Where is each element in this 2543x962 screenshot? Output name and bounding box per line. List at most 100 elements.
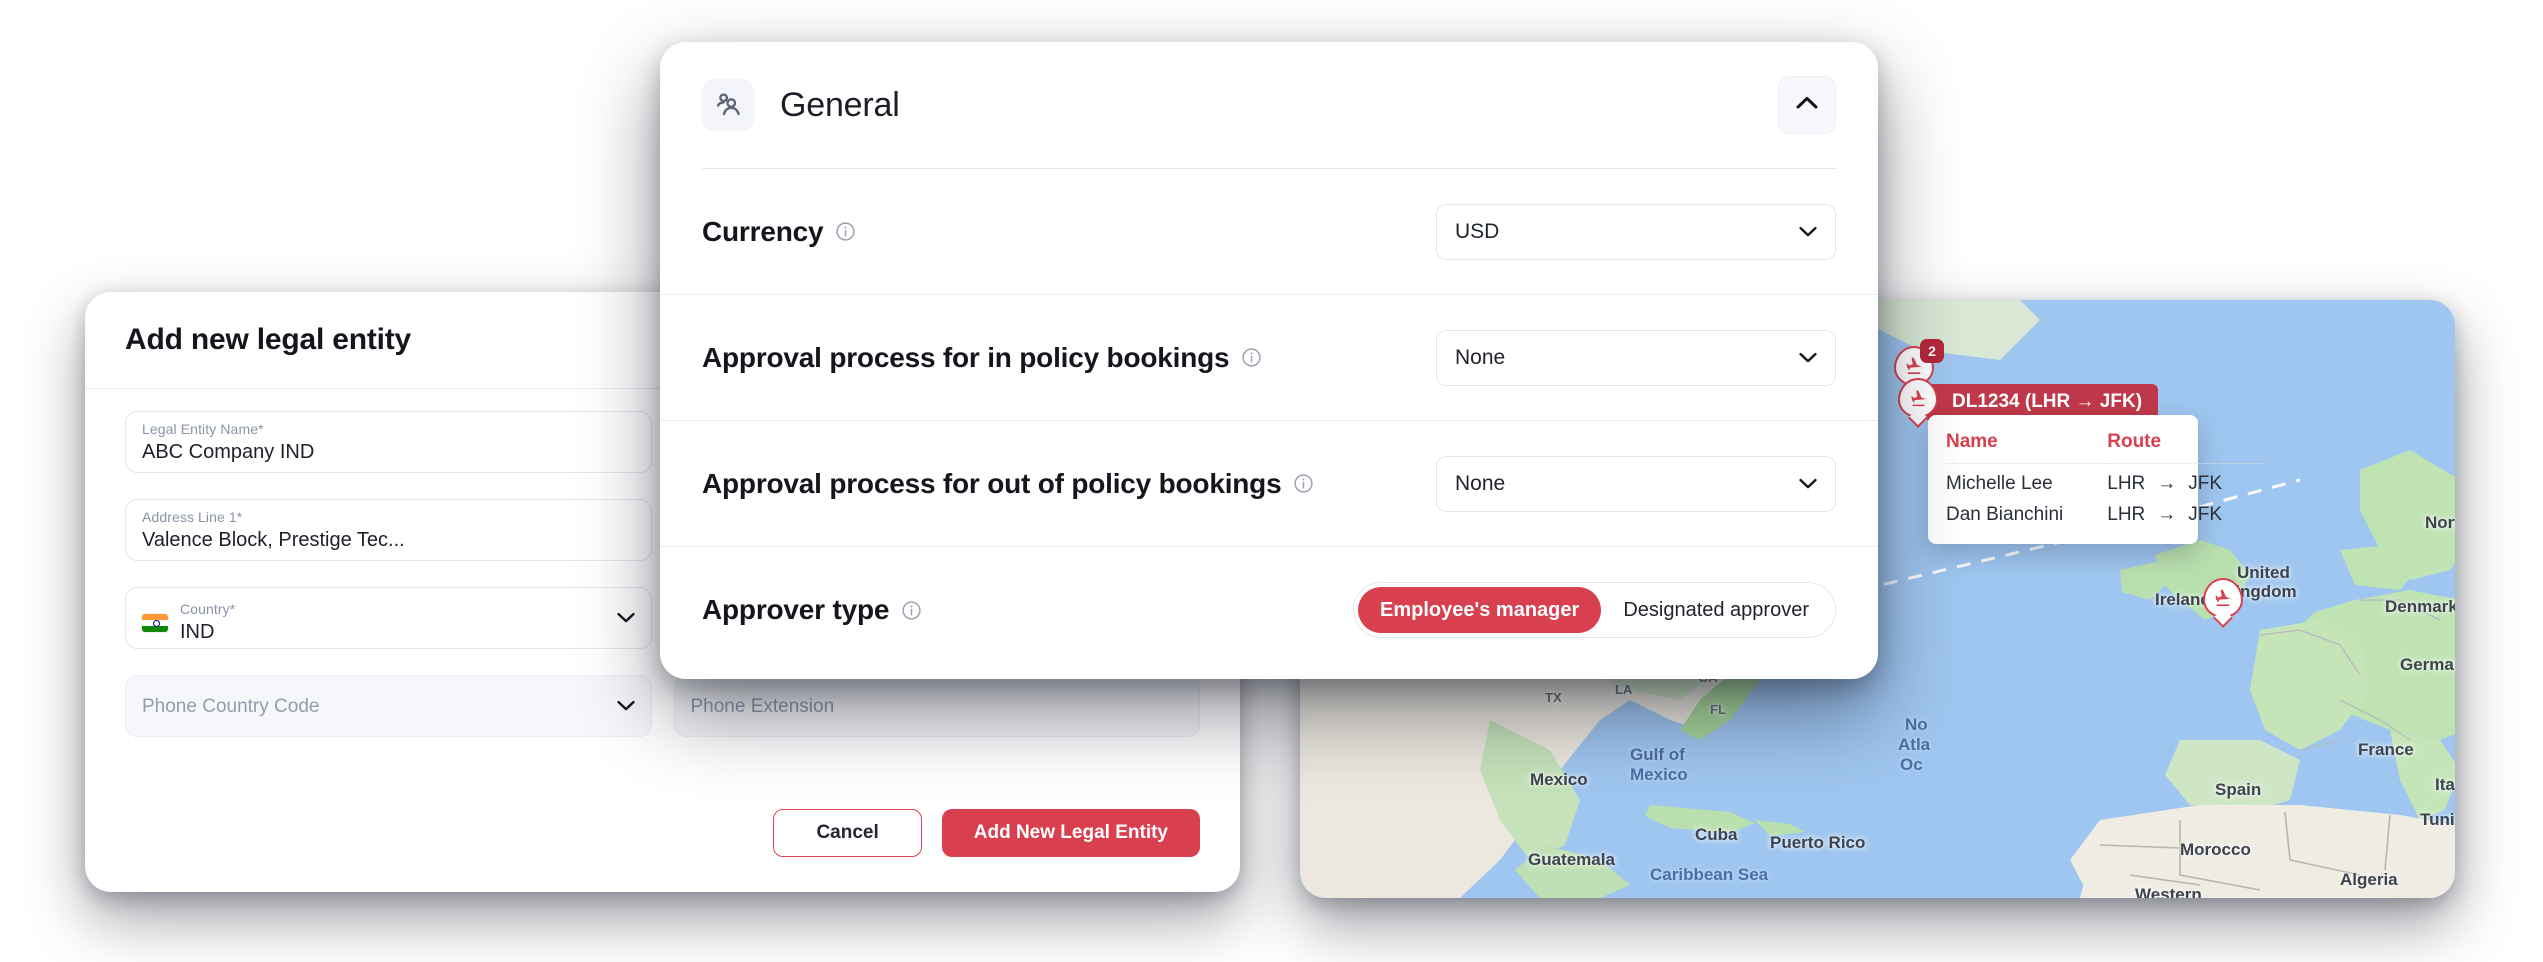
add-new-legal-entity-button[interactable]: Add New Legal Entity bbox=[941, 809, 1200, 857]
info-icon[interactable] bbox=[1241, 347, 1262, 368]
in-policy-approval-control: None bbox=[1436, 329, 1836, 386]
in-policy-approval-label: Approval process for in policy bookings bbox=[702, 342, 1262, 374]
address-line-1-field[interactable]: Address Line 1* Valence Block, Prestige … bbox=[125, 499, 652, 561]
approver-type-option-designated-approver[interactable]: Designated approver bbox=[1601, 587, 1831, 633]
passengers-table-body: Michelle Lee LHR → JFK Dan Bianchini LHR → JFK bbox=[1946, 464, 2266, 527]
out-of-policy-approval-control: None bbox=[1436, 455, 1836, 512]
passengers-popup: Name Route Michelle Lee LHR → JFK Dan Bianch… bbox=[1928, 415, 2267, 544]
passenger-route: LHR → JFK bbox=[2107, 504, 2223, 525]
passenger-name: Dan Bianchini bbox=[1946, 504, 2064, 525]
screenshot-stage: Add new legal entity Legal Entity Name* … bbox=[0, 0, 2543, 962]
map-label: Norway bbox=[2425, 513, 2455, 532]
map-label: Germany bbox=[2400, 655, 2455, 674]
table-row: Dan Bianchini LHR → JFK bbox=[1946, 495, 2266, 526]
phone-extension-field[interactable]: Phone Extension bbox=[673, 675, 1200, 737]
chevron-down-icon[interactable] bbox=[616, 700, 635, 712]
chevron-down-icon[interactable] bbox=[1799, 226, 1817, 237]
currency-value: USD bbox=[1455, 219, 1500, 243]
collapse-panel-button[interactable] bbox=[1778, 76, 1836, 134]
currency-select[interactable]: USD bbox=[1436, 203, 1836, 260]
out-of-policy-approval-value: None bbox=[1455, 471, 1506, 495]
map-label: Morocco bbox=[2180, 840, 2251, 859]
chevron-down-icon[interactable] bbox=[1799, 352, 1817, 363]
map-label: Puerto Rico bbox=[1770, 833, 1866, 852]
general-settings-panel: General Currency USD Approval process fo… bbox=[660, 42, 1878, 679]
settings-row-currency: Currency USD bbox=[660, 169, 1878, 295]
address-line-1-value: Valence Block, Prestige Tec... bbox=[142, 529, 405, 551]
table-row: Michelle Lee LHR → JFK bbox=[1946, 464, 2266, 496]
legal-entity-actions: Cancel Add New Legal Entity bbox=[85, 774, 1240, 892]
settings-row-in-policy-approval: Approval process for in policy bookings … bbox=[660, 295, 1878, 421]
map-label: Algeria bbox=[2340, 870, 2398, 889]
in-policy-approval-select[interactable]: None bbox=[1436, 329, 1836, 386]
map-label: United bbox=[2237, 563, 2290, 582]
destination-plane-pin[interactable] bbox=[2203, 578, 2243, 626]
map-label: TX bbox=[1545, 690, 1562, 705]
column-header-route: Route bbox=[2107, 431, 2267, 464]
cancel-button[interactable]: Cancel bbox=[773, 809, 922, 857]
chevron-down-icon[interactable] bbox=[1799, 478, 1817, 489]
legal-entity-name-field[interactable]: Legal Entity Name* ABC Company IND bbox=[125, 411, 652, 473]
india-flag-icon bbox=[142, 613, 168, 632]
map-label: Oc bbox=[1900, 755, 1923, 774]
phone-country-code-placeholder: Phone Country Code bbox=[142, 696, 320, 717]
currency-label: Currency bbox=[702, 216, 856, 248]
page-title: Add new legal entity bbox=[125, 323, 412, 356]
map-label: Atla bbox=[1898, 735, 1931, 754]
map-label: Denmark bbox=[2385, 597, 2455, 616]
map-label: Mexico bbox=[1630, 765, 1688, 784]
passenger-name: Michelle Lee bbox=[1946, 473, 2053, 494]
map-label: Italy bbox=[2435, 775, 2455, 794]
map-label: FL bbox=[1710, 702, 1726, 717]
panel-title: General bbox=[780, 85, 900, 124]
passengers-table: Name Route Michelle Lee LHR → JFK Dan Bianch… bbox=[1946, 431, 2267, 527]
map-label: Caribbean Sea bbox=[1650, 865, 1769, 884]
passenger-route: LHR → JFK bbox=[2107, 473, 2223, 494]
country-value: IND bbox=[180, 620, 215, 643]
form-row-phone: Phone Country Code Phone Extension bbox=[125, 675, 1200, 737]
table-header-row: Name Route bbox=[1946, 431, 2267, 464]
info-icon[interactable] bbox=[835, 221, 856, 242]
approver-type-label: Approver type bbox=[702, 594, 922, 626]
address-line-1-label: Address Line 1* bbox=[142, 509, 243, 525]
country-field[interactable]: Country* IND bbox=[125, 587, 652, 649]
users-icon bbox=[702, 79, 754, 131]
map-label: Tunisia bbox=[2420, 810, 2455, 829]
out-of-policy-approval-select[interactable]: None bbox=[1436, 455, 1836, 512]
map-label: Western bbox=[2135, 885, 2202, 898]
map-label: France bbox=[2358, 740, 2414, 759]
legal-entity-name-value: ABC Company IND bbox=[142, 441, 315, 463]
map-label: Mexico bbox=[1530, 770, 1588, 789]
legal-entity-name-label: Legal Entity Name* bbox=[142, 421, 264, 437]
approver-type-label-text: Approver type bbox=[702, 594, 890, 625]
plane-pin-icon bbox=[2203, 578, 2243, 618]
in-policy-approval-value: None bbox=[1455, 345, 1506, 369]
settings-row-approver-type: Approver type Employee's manager Designa… bbox=[660, 547, 1878, 673]
approver-type-control: Employee's manager Designated approver bbox=[1353, 582, 1836, 638]
settings-row-out-of-policy-approval: Approval process for out of policy booki… bbox=[660, 421, 1878, 547]
out-of-policy-approval-label-text: Approval process for out of policy booki… bbox=[702, 467, 1282, 499]
map-label: Spain bbox=[2215, 780, 2262, 799]
info-icon[interactable] bbox=[1293, 473, 1314, 494]
in-policy-approval-label-text: Approval process for in policy bookings bbox=[702, 341, 1230, 373]
general-panel-header: General bbox=[660, 42, 1878, 168]
flight-chip-label: DL1234 (LHR → JFK) bbox=[1952, 391, 2143, 412]
country-label: Country* bbox=[180, 600, 236, 617]
approver-type-option-employees-manager[interactable]: Employee's manager bbox=[1358, 587, 1602, 633]
info-icon[interactable] bbox=[901, 600, 922, 621]
column-header-name: Name bbox=[1946, 431, 2108, 464]
phone-country-code-field[interactable]: Phone Country Code bbox=[125, 675, 652, 737]
map-label: No bbox=[1905, 715, 1928, 734]
map-label: Guatemala bbox=[1528, 850, 1615, 869]
out-of-policy-approval-label: Approval process for out of policy booki… bbox=[702, 468, 1314, 500]
cluster-count-badge: 2 bbox=[1920, 339, 1944, 363]
approver-type-segmented-control: Employee's manager Designated approver bbox=[1353, 582, 1836, 638]
currency-label-text: Currency bbox=[702, 215, 824, 247]
chevron-down-icon[interactable] bbox=[616, 612, 635, 624]
chevron-up-icon bbox=[1796, 96, 1818, 114]
phone-extension-placeholder: Phone Extension bbox=[690, 696, 835, 717]
currency-control: USD bbox=[1436, 203, 1836, 260]
map-label: Cuba bbox=[1695, 825, 1738, 844]
map-label: LA bbox=[1615, 682, 1633, 697]
map-label: Gulf of bbox=[1630, 745, 1685, 764]
